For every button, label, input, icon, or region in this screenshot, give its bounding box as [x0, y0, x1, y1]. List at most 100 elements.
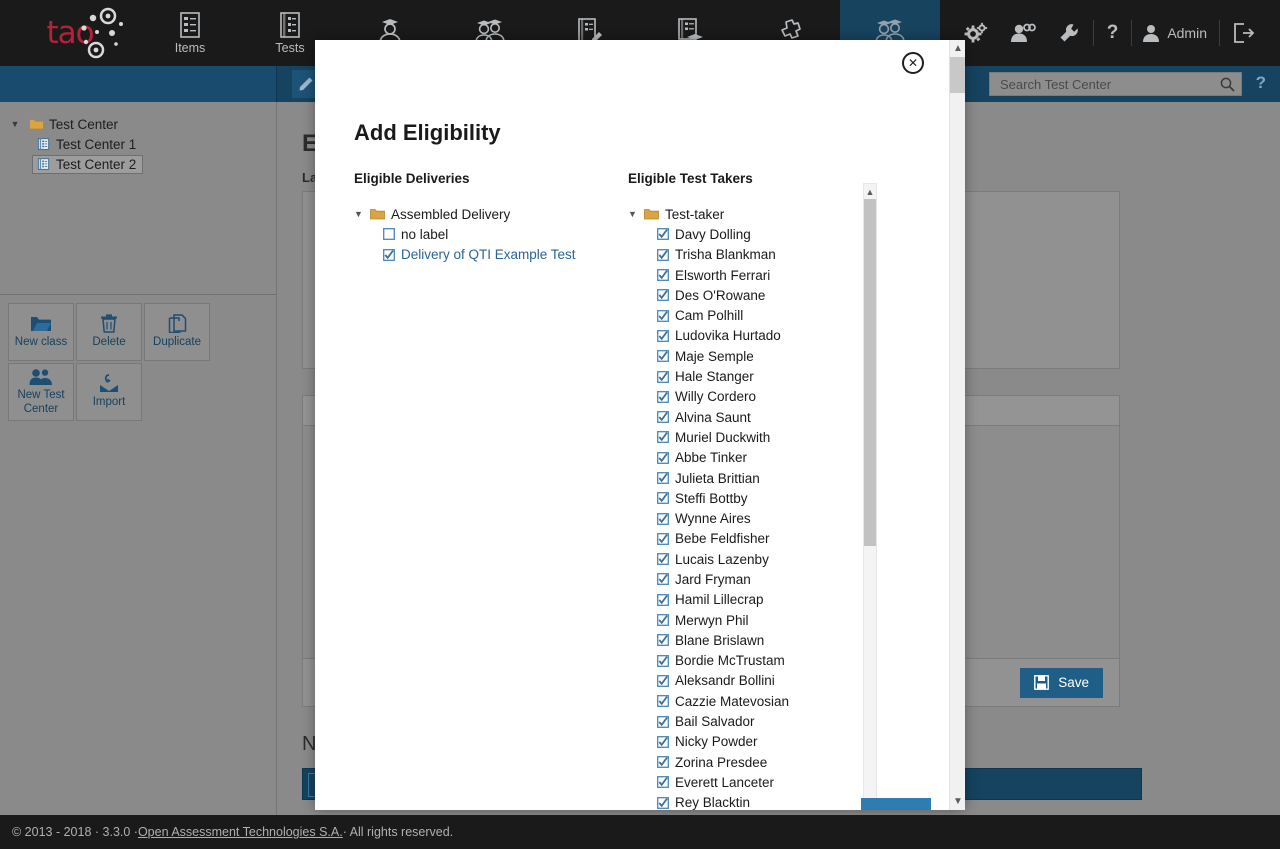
chevron-down-icon[interactable]: ▼: [354, 209, 363, 219]
admin-user-menu[interactable]: Admin: [1134, 23, 1217, 43]
test-taker-item[interactable]: Aleksandr Bollini: [628, 671, 878, 691]
test-taker-item[interactable]: Everett Lanceter: [628, 772, 878, 792]
checkbox-checked-icon[interactable]: [657, 370, 669, 383]
checkbox-checked-icon[interactable]: [657, 614, 669, 627]
checkbox-checked-icon[interactable]: [657, 329, 669, 342]
test-taker-item[interactable]: Jard Fryman: [628, 569, 878, 589]
search-icon[interactable]: [1220, 77, 1235, 92]
close-icon[interactable]: ✕: [902, 52, 924, 74]
checkbox-checked-icon[interactable]: [657, 735, 669, 748]
checkbox-checked-icon[interactable]: [657, 472, 669, 484]
checkbox-checked-icon[interactable]: [657, 715, 669, 728]
chevron-down-icon[interactable]: ▼: [628, 209, 637, 219]
test-taker-item[interactable]: Davy Dolling: [628, 224, 878, 244]
test-taker-item[interactable]: Cam Polhill: [628, 305, 878, 325]
checkbox-checked-icon[interactable]: [657, 512, 669, 525]
test-taker-item[interactable]: Trisha Blankman: [628, 245, 878, 265]
search-box[interactable]: [989, 72, 1242, 96]
test-taker-item[interactable]: Alvina Saunt: [628, 407, 878, 427]
test-taker-item[interactable]: Rey Blacktin: [628, 793, 878, 810]
user-roles-icon[interactable]: [999, 22, 1047, 44]
test-taker-item[interactable]: Hamil Lillecrap: [628, 590, 878, 610]
footer-company-link[interactable]: Open Assessment Technologies S.A.: [138, 825, 343, 839]
test-taker-item[interactable]: Bebe Feldfisher: [628, 529, 878, 549]
test-taker-item[interactable]: Hale Stanger: [628, 366, 878, 386]
test-taker-item[interactable]: Steffi Bottby: [628, 488, 878, 508]
test-taker-item[interactable]: Des O'Rowane: [628, 285, 878, 305]
save-button[interactable]: Save: [1020, 667, 1103, 698]
checkbox-checked-icon[interactable]: [657, 532, 669, 545]
checkbox-checked-icon[interactable]: [657, 675, 669, 687]
wrench-icon[interactable]: [1047, 22, 1091, 44]
test-taker-item[interactable]: Julieta Brittian: [628, 468, 878, 488]
test-taker-item[interactable]: Blane Brislawn: [628, 630, 878, 650]
checkbox-checked-icon[interactable]: [657, 695, 669, 708]
tao-logo[interactable]: tao: [0, 0, 140, 66]
tree-node-label: Test Center: [49, 116, 119, 132]
checkbox-checked-icon[interactable]: [383, 248, 395, 261]
test-taker-item[interactable]: Cazzie Matevosian: [628, 691, 878, 711]
delivery-item-qti-example[interactable]: Delivery of QTI Example Test: [354, 245, 604, 265]
test-taker-item[interactable]: Muriel Duckwith: [628, 427, 878, 447]
checkbox-checked-icon[interactable]: [657, 492, 669, 505]
import-button[interactable]: Import: [76, 363, 142, 421]
new-class-button[interactable]: New class: [8, 303, 74, 361]
deliveries-root-node[interactable]: ▼ Assembled Delivery: [354, 204, 604, 224]
modal-scrollbar-thumb[interactable]: [950, 57, 965, 93]
checkbox-checked-icon[interactable]: [657, 634, 669, 647]
test-taker-label: Willy Cordero: [675, 389, 757, 405]
action-bar-left-pane: [0, 66, 277, 102]
new-test-center-button[interactable]: New Test Center: [8, 363, 74, 421]
checkbox-checked-icon[interactable]: [657, 350, 669, 363]
checkbox-checked-icon[interactable]: [657, 796, 669, 809]
test-taker-item[interactable]: Willy Cordero: [628, 387, 878, 407]
takers-scrollbar-thumb[interactable]: [864, 199, 876, 546]
test-taker-item[interactable]: Bordie McTrustam: [628, 651, 878, 671]
test-taker-item[interactable]: Lucais Lazenby: [628, 549, 878, 569]
checkbox-checked-icon[interactable]: [657, 309, 669, 322]
test-taker-item[interactable]: Bail Salvador: [628, 711, 878, 731]
checkbox-checked-icon[interactable]: [657, 756, 669, 769]
page-help-icon[interactable]: ?: [1256, 73, 1266, 93]
test-taker-item[interactable]: Elsworth Ferrari: [628, 265, 878, 285]
checkbox-checked-icon[interactable]: [657, 248, 669, 261]
test-taker-item[interactable]: Abbe Tinker: [628, 448, 878, 468]
logout-icon[interactable]: [1222, 23, 1266, 43]
checkbox-checked-icon[interactable]: [657, 289, 669, 302]
checkbox-checked-icon[interactable]: [657, 593, 669, 606]
checkbox-checked-icon[interactable]: [657, 431, 669, 444]
modal-submit-button[interactable]: [861, 798, 931, 810]
checkbox-checked-icon[interactable]: [657, 553, 669, 566]
search-input[interactable]: [998, 75, 1220, 93]
checkbox-unchecked-icon[interactable]: [383, 228, 395, 241]
help-question-icon[interactable]: ?: [1096, 22, 1130, 44]
test-taker-item[interactable]: Maje Semple: [628, 346, 878, 366]
test-taker-item[interactable]: Zorina Presdee: [628, 752, 878, 772]
tree-node-test-center-2[interactable]: Test Center 2: [10, 154, 276, 174]
checkbox-checked-icon[interactable]: [657, 654, 669, 667]
chevron-down-icon[interactable]: ▼: [10, 119, 20, 129]
checkbox-checked-icon[interactable]: [657, 451, 669, 464]
scroll-down-icon[interactable]: ▼: [950, 793, 965, 810]
checkbox-checked-icon[interactable]: [657, 411, 669, 424]
checkbox-checked-icon[interactable]: [657, 573, 669, 586]
delete-button[interactable]: Delete: [76, 303, 142, 361]
checkbox-checked-icon[interactable]: [657, 390, 669, 403]
test-taker-item[interactable]: Ludovika Hurtado: [628, 326, 878, 346]
takers-root-node[interactable]: ▼ Test-taker: [628, 204, 878, 224]
delivery-item-no-label[interactable]: no label: [354, 224, 604, 244]
checkbox-checked-icon[interactable]: [657, 228, 669, 241]
duplicate-button[interactable]: Duplicate: [144, 303, 210, 361]
takers-scrollbar[interactable]: ▲ ▼: [863, 183, 877, 810]
scroll-up-icon[interactable]: ▲: [950, 40, 965, 57]
checkbox-checked-icon[interactable]: [657, 269, 669, 281]
test-taker-item[interactable]: Nicky Powder: [628, 732, 878, 752]
test-taker-item[interactable]: Merwyn Phil: [628, 610, 878, 630]
scroll-up-icon[interactable]: ▲: [864, 184, 876, 199]
test-taker-item[interactable]: Wynne Aires: [628, 508, 878, 528]
nav-item-items[interactable]: Items: [140, 0, 240, 66]
tree-node-test-center-1[interactable]: Test Center 1: [10, 134, 276, 154]
tree-node-test-center-root[interactable]: ▼ Test Center: [10, 114, 276, 134]
checkbox-checked-icon[interactable]: [657, 776, 669, 789]
modal-scrollbar[interactable]: ▲ ▼: [949, 40, 965, 810]
